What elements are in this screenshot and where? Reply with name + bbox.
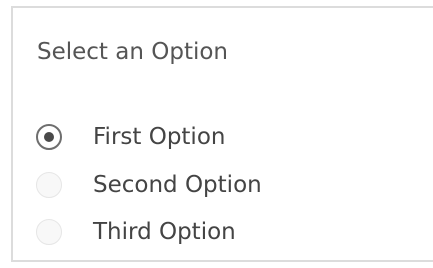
radio-option-label: First Option: [93, 124, 226, 150]
radio-checked-icon[interactable]: [36, 124, 62, 150]
radio-option-label: Second Option: [93, 172, 262, 198]
option-filter-panel: Select an Option First Option Second Opt…: [11, 6, 433, 262]
radio-unchecked-icon[interactable]: [36, 172, 62, 198]
radio-option-third[interactable]: Third Option: [36, 214, 366, 250]
filter-title: Select an Option: [37, 39, 229, 65]
radio-option-label: Third Option: [93, 219, 236, 245]
radio-option-first[interactable]: First Option: [36, 119, 366, 155]
radio-option-second[interactable]: Second Option: [36, 167, 366, 203]
radio-unchecked-icon[interactable]: [36, 219, 62, 245]
